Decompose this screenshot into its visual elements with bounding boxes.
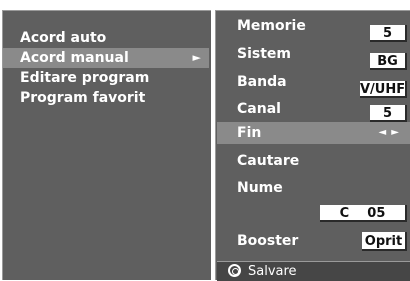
fin-label: Fin (237, 125, 262, 141)
nume-value[interactable]: C 05 (320, 205, 407, 222)
footer-bar: Salvare (217, 261, 410, 281)
banda-label: Banda (237, 74, 287, 90)
booster-value[interactable]: Oprit (362, 232, 407, 251)
menu-item-acord-manual[interactable]: Acord manual ► (3, 48, 209, 68)
nume-label: Nume (237, 180, 283, 196)
sistem-label: Sistem (237, 46, 291, 62)
memorie-value[interactable]: 5 (370, 25, 407, 42)
menu-item-label: Acord manual (20, 50, 129, 66)
cautare-label[interactable]: Cautare (237, 152, 299, 170)
menu-item-editare-program[interactable]: Editare program (3, 68, 209, 88)
manual-tuning-panel: Memorie 5 Sistem BG Banda V/UHF Canal 5 … (215, 10, 410, 281)
left-menu-panel: Acord auto Acord manual ► Editare progra… (2, 10, 211, 280)
canal-value[interactable]: 5 (370, 105, 407, 122)
memorie-label: Memorie (237, 18, 306, 34)
banda-value[interactable]: V/UHF (360, 81, 407, 98)
save-label: Salvare (248, 264, 297, 279)
submenu-arrow-icon: ► (192, 51, 201, 64)
menu-item-program-favorit[interactable]: Program favorit (3, 88, 209, 108)
left-right-arrows-icon: ◄ ► (378, 127, 400, 138)
ok-button-icon (228, 264, 241, 277)
menu-item-label: Editare program (20, 70, 150, 86)
booster-label: Booster (237, 233, 299, 249)
menu-item-acord-auto[interactable]: Acord auto (3, 28, 209, 48)
menu-item-label: Program favorit (20, 90, 146, 106)
canal-label: Canal (237, 101, 281, 117)
sistem-value[interactable]: BG (370, 53, 407, 70)
menu-item-label: Acord auto (20, 30, 107, 46)
tv-menu-screen: Acord auto Acord manual ► Editare progra… (0, 0, 410, 281)
